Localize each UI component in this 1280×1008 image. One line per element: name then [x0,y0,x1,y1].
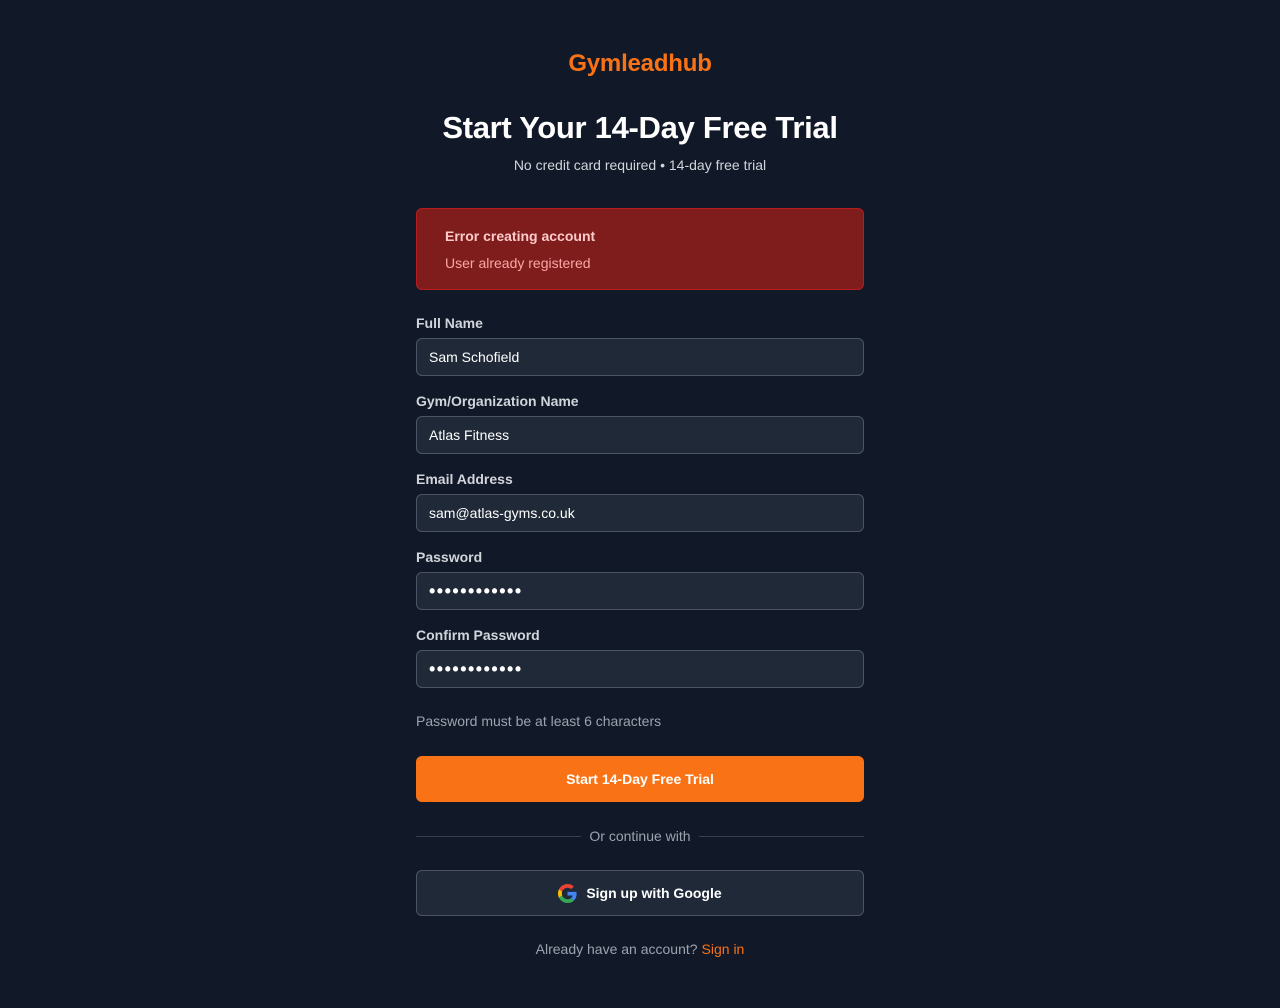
signin-link[interactable]: Sign in [702,941,745,957]
signin-prompt: Already have an account? Sign in [416,941,864,957]
google-signup-button[interactable]: Sign up with Google [416,870,864,916]
start-trial-button[interactable]: Start 14-Day Free Trial [416,756,864,802]
password-label: Password [416,549,483,565]
password-hint: Password must be at least 6 characters [416,713,662,729]
divider-line-left [416,835,582,837]
full-name-input[interactable] [416,338,864,376]
brand-logo[interactable]: Gymleadhub [416,50,864,78]
full-name-label: Full Name [416,315,483,331]
google-icon [558,883,577,903]
page-title: Start Your 14-Day Free Trial [442,110,838,145]
google-signup-label: Sign up with Google [586,885,722,901]
divider-line-right [698,835,865,837]
divider-text: Or continue with [589,828,691,844]
confirm-password-label: Confirm Password [416,627,540,643]
email-label: Email Address [416,471,513,487]
error-alert: Error creating account User already regi… [416,208,864,290]
organization-label: Gym/Organization Name [416,393,579,409]
password-input[interactable] [416,572,864,610]
confirm-password-input[interactable] [416,650,864,688]
signin-prompt-text: Already have an account? [535,941,698,957]
organization-input[interactable] [416,416,864,454]
page-subtitle: No credit card required • 14-day free tr… [513,157,767,173]
error-title: Error creating account [445,228,596,244]
error-message: User already registered [445,255,591,271]
email-input[interactable] [416,494,864,532]
divider: Or continue with [416,826,865,846]
